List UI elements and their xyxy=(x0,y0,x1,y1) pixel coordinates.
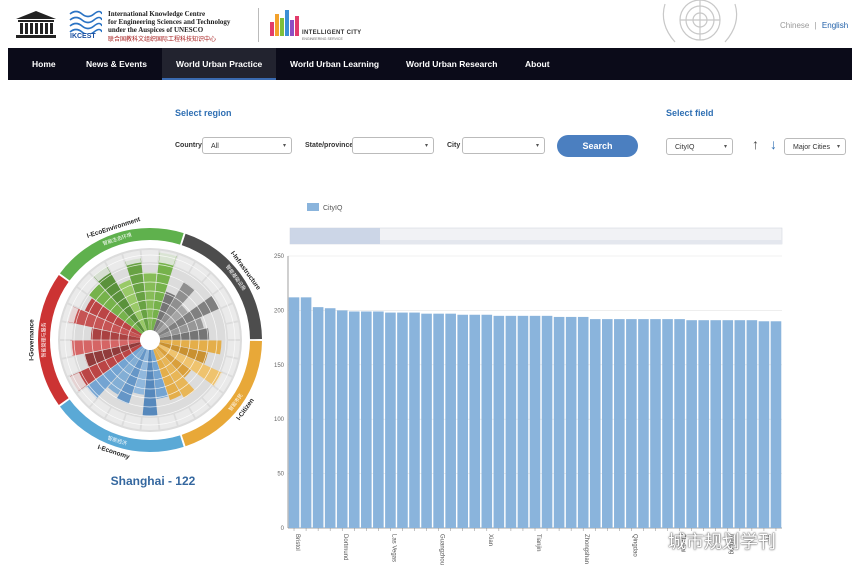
chart-bar[interactable] xyxy=(770,321,782,528)
chart-bar[interactable] xyxy=(493,315,505,528)
chart-bar[interactable] xyxy=(698,320,709,528)
chart-bar[interactable] xyxy=(373,311,384,528)
chart-bar[interactable] xyxy=(397,312,408,528)
chart-bar[interactable] xyxy=(662,319,673,528)
chart-bar[interactable] xyxy=(324,308,336,528)
chart-bar[interactable] xyxy=(445,313,456,528)
y-tick-label: 150 xyxy=(274,363,285,369)
x-tick-label: Qingdao xyxy=(631,534,637,557)
y-tick-label: 100 xyxy=(274,417,285,423)
legend-label: CityIQ xyxy=(323,205,343,212)
chart-bar[interactable] xyxy=(457,314,469,528)
cityiq-bar-chart: CityIQ 0 50 100 150 200 250 Bristol Dortmund La… xyxy=(274,203,783,565)
chart-bar[interactable] xyxy=(577,316,589,528)
chart-bar[interactable] xyxy=(686,320,697,528)
chart-bar[interactable] xyxy=(336,310,348,528)
chart-bar[interactable] xyxy=(638,319,649,528)
y-tick-label: 50 xyxy=(277,472,284,478)
chart-bar[interactable] xyxy=(288,297,300,528)
chart-bar[interactable] xyxy=(433,313,444,528)
y-tick-label: 0 xyxy=(281,526,285,532)
x-tick-label: Zhongshan xyxy=(583,534,589,564)
chart-bar[interactable] xyxy=(626,319,637,528)
chart-bar[interactable] xyxy=(601,319,613,528)
chart-bar[interactable] xyxy=(348,311,360,528)
chart-bar[interactable] xyxy=(734,320,746,528)
chart-bar[interactable] xyxy=(300,297,312,528)
chart-bars xyxy=(288,297,782,528)
chart-bar[interactable] xyxy=(361,311,372,528)
chart-bar[interactable] xyxy=(469,314,481,528)
chart-bar[interactable] xyxy=(517,315,529,528)
chart-bar[interactable] xyxy=(650,319,661,528)
chart-bar[interactable] xyxy=(541,315,553,528)
watermark-text: 城市规划学刊 xyxy=(668,532,776,553)
chart-bar[interactable] xyxy=(758,321,770,528)
x-tick-label: Tianjin xyxy=(535,534,541,551)
y-tick-label: 250 xyxy=(274,254,285,260)
chart-bar[interactable] xyxy=(481,314,493,528)
x-tick-label: Guangzhou xyxy=(439,534,445,565)
chart-bar[interactable] xyxy=(589,319,601,528)
chart-bar[interactable] xyxy=(409,312,420,528)
x-tick-label: Xian xyxy=(487,534,493,546)
chart-bar[interactable] xyxy=(722,320,734,528)
x-tick-label: Las Vegas xyxy=(390,534,396,562)
x-tick-label: Bristol xyxy=(294,534,300,551)
zoom-slider-window[interactable] xyxy=(290,228,380,244)
chart-bar[interactable] xyxy=(674,319,685,528)
chart-bar[interactable] xyxy=(505,315,517,528)
chart-bar[interactable] xyxy=(614,319,625,528)
chart-bar[interactable] xyxy=(385,312,396,528)
legend-swatch[interactable] xyxy=(307,203,319,211)
chart-bar[interactable] xyxy=(421,313,432,528)
chart-bar[interactable] xyxy=(710,320,722,528)
x-tick-label: Dortmund xyxy=(342,534,348,560)
chart-bar[interactable] xyxy=(746,320,758,528)
chart-bar[interactable] xyxy=(312,307,324,528)
chart-bar[interactable] xyxy=(565,316,577,528)
chart-bar[interactable] xyxy=(553,316,565,528)
y-tick-label: 200 xyxy=(274,308,285,314)
chart-bar[interactable] xyxy=(529,315,541,528)
